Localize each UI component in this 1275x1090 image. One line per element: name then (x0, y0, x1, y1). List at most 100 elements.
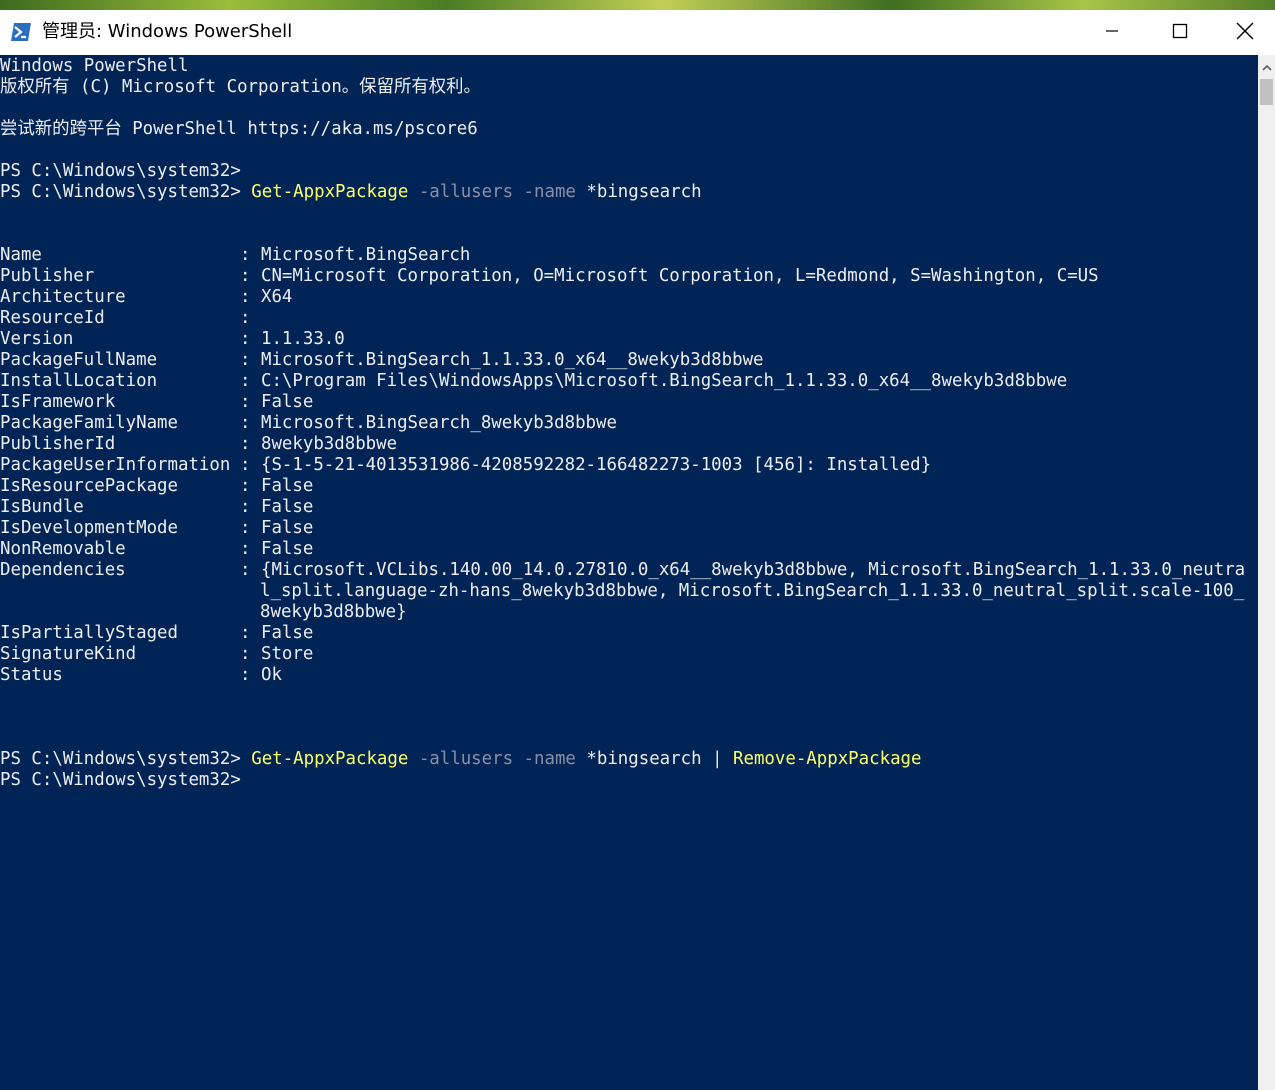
property-row: NonRemovable: False (0, 539, 313, 560)
powershell-icon (10, 22, 32, 42)
property-value: Microsoft.BingSearch_8wekyb3d8bbwe (260, 413, 617, 433)
parameter-text: -allusers (418, 182, 514, 202)
property-name: SignatureKind (0, 644, 137, 664)
property-separator: : (240, 539, 251, 559)
property-value: False (260, 392, 314, 412)
property-value-cell: : CN=Microsoft Corporation, O=Microsoft … (240, 266, 1099, 287)
property-value: {S-1-5-21-4013531986-4208592282-16648227… (260, 455, 932, 475)
property-name: IsResourcePackage (0, 476, 178, 496)
command-line: PS C:\Windows\system32> Get-AppxPackage … (0, 182, 702, 203)
prompt: PS C:\Windows\system32> (0, 770, 252, 790)
property-value: 8wekyb3d8bbwe} (260, 602, 407, 622)
property-name: IsBundle (0, 497, 84, 517)
property-name: PackageFullName (0, 350, 158, 370)
property-row: Name: Microsoft.BingSearch (0, 245, 470, 266)
property-value: False (260, 539, 314, 559)
property-row: Dependencies: {Microsoft.VCLibs.140.00_1… (0, 560, 1245, 581)
property-name: Publisher (0, 266, 95, 286)
property-value: l_split.language-zh-hans_8wekyb3d8bbwe, … (260, 581, 1245, 601)
property-value-cell: : {S-1-5-21-4013531986-4208592282-166482… (240, 455, 931, 476)
property-row: SignatureKind : Store (0, 644, 313, 665)
chevron-up-icon (1261, 57, 1272, 76)
banner-line: Windows PowerShell (0, 56, 189, 76)
parameter-text: -name (523, 182, 576, 202)
property-separator: : (240, 371, 251, 391)
minimize-button[interactable] (1078, 10, 1146, 55)
property-value: Ok (260, 665, 282, 685)
vertical-scrollbar[interactable] (1258, 55, 1275, 1090)
property-value-cell: : (240, 308, 261, 329)
property-separator: : (240, 623, 251, 643)
console-output[interactable]: Windows PowerShell 版权所有 (C) Microsoft Co… (0, 55, 1258, 1090)
minimize-icon (1105, 23, 1119, 42)
property-value-cell: : False (240, 497, 313, 518)
property-separator: : (240, 455, 251, 475)
maximize-button[interactable] (1146, 10, 1214, 55)
property-name: NonRemovable (0, 539, 126, 559)
property-row: Version: 1.1.33.0 (0, 329, 345, 350)
scroll-thumb[interactable] (1260, 79, 1273, 105)
property-name: PackageUserInformation (0, 455, 231, 475)
property-separator: : (240, 329, 251, 349)
property-value: Microsoft.BingSearch (260, 245, 471, 265)
powershell-window: 管理员: Windows PowerShell Windows PowerShe… (0, 10, 1275, 1090)
property-row: InstallLocation: C:\Program Files\Window… (0, 371, 1067, 392)
title-bar[interactable]: 管理员: Windows PowerShell (0, 10, 1275, 55)
property-name: IsFramework (0, 392, 116, 412)
property-row: PublisherId: 8wekyb3d8bbwe (0, 434, 397, 455)
property-row: ResourceId: (0, 308, 250, 329)
property-separator: : (240, 497, 251, 517)
property-name: Name (0, 245, 42, 265)
property-name: PublisherId (0, 434, 116, 454)
property-value: C:\Program Files\WindowsApps\Microsoft.B… (260, 371, 1068, 391)
property-row: IsResourcePackage: False (0, 476, 313, 497)
argument-text: *bingsearch (586, 182, 702, 202)
property-value-cell: : Ok (240, 665, 282, 686)
scroll-up-button[interactable] (1258, 55, 1275, 77)
command-line: PS C:\Windows\system32> Get-AppxPackage … (0, 749, 921, 770)
cmdlet-text: Get-AppxPackage (251, 182, 409, 202)
property-separator: : (240, 413, 251, 433)
property-row: IsFramework : False (0, 392, 313, 413)
pipe-operator: | (712, 749, 723, 769)
property-value-cell: : Microsoft.BingSearch_8wekyb3d8bbwe (240, 413, 617, 434)
close-icon (1236, 22, 1254, 44)
property-value-cell: : False (240, 392, 313, 413)
cmdlet-text: Remove-AppxPackage (733, 749, 922, 769)
property-value-cell: : C:\Program Files\WindowsApps\Microsoft… (240, 371, 1067, 392)
property-row: PackageUserInformation: {S-1-5-21-401353… (0, 455, 931, 476)
prompt: PS C:\Windows\system32> (0, 182, 252, 202)
property-row: PackageFullName : Microsoft.BingSearch_1.… (0, 350, 764, 371)
close-button[interactable] (1214, 10, 1275, 55)
property-name: InstallLocation (0, 371, 158, 391)
banner-line: 尝试新的跨平台 PowerShell https://aka.ms/pscore… (0, 119, 478, 139)
property-separator: : (240, 644, 251, 664)
property-value: 1.1.33.0 (260, 329, 345, 349)
window-title: 管理员: Windows PowerShell (42, 21, 293, 42)
property-name: Status (0, 665, 63, 685)
prompt: PS C:\Windows\system32> (0, 749, 252, 769)
property-name: ResourceId (0, 308, 105, 328)
property-row: IsDevelopmentMode: False (0, 518, 313, 539)
property-value: 8wekyb3d8bbwe (260, 434, 398, 454)
property-name: IsDevelopmentMode (0, 518, 178, 538)
property-row: IsBundle : False (0, 497, 313, 518)
parameter-text: -name (523, 749, 576, 769)
property-separator: : (240, 476, 251, 496)
property-value-cell: : Microsoft.BingSearch (240, 245, 470, 266)
property-value: X64 (260, 287, 293, 307)
property-value-cell: : Microsoft.BingSearch_1.1.33.0_x64__8we… (240, 350, 764, 371)
property-row: IsPartiallyStaged: False (0, 623, 313, 644)
property-separator: : (240, 308, 251, 328)
property-value-cell: : Store (240, 644, 313, 665)
property-row: PackageFamilyName: Microsoft.BingSearch_… (0, 413, 617, 434)
property-value: {Microsoft.VCLibs.140.00_14.0.27810.0_x6… (260, 560, 1246, 580)
property-separator: : (240, 287, 251, 307)
parameter-text: -allusers (418, 749, 514, 769)
property-separator: : (240, 266, 251, 286)
property-name: PackageFamilyName (0, 413, 178, 433)
property-row: Architecture: X64 (0, 287, 292, 308)
desktop-background (0, 0, 1275, 10)
property-separator: : (240, 245, 251, 265)
property-value: False (260, 623, 314, 643)
